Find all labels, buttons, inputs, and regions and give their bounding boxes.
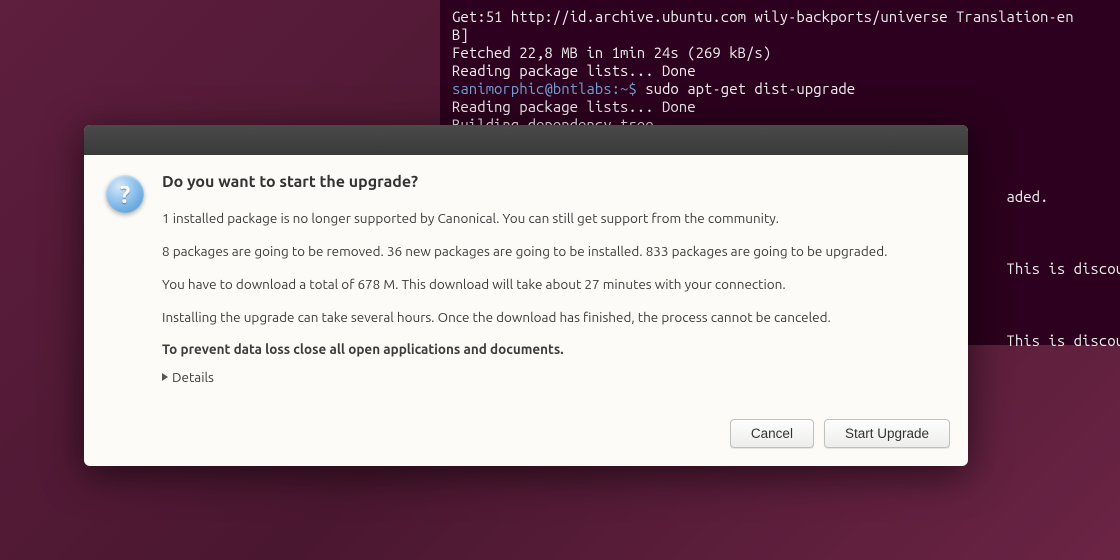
term-line: Fetched 22,8 MB in 1min 24s (269 kB/s)	[452, 44, 771, 61]
term-line: Reading package lists... Done	[452, 62, 696, 79]
term-line: This is discoura	[998, 260, 1120, 277]
details-expander[interactable]: Details	[162, 369, 214, 385]
details-label: Details	[172, 369, 214, 385]
term-prompt: sanimorphic@bntlabs:~$	[452, 80, 645, 97]
term-line: B]	[452, 26, 469, 43]
dialog-text-changes: 8 packages are going to be removed. 36 n…	[162, 242, 946, 261]
start-upgrade-button[interactable]: Start Upgrade	[824, 419, 950, 448]
question-icon: ?	[106, 175, 144, 213]
term-line: Reading package lists... Done	[452, 98, 696, 115]
dialog-text-warning: To prevent data loss close all open appl…	[162, 341, 946, 357]
upgrade-dialog: ? Do you want to start the upgrade? 1 in…	[84, 125, 968, 466]
dialog-text-unsupported: 1 installed package is no longer support…	[162, 209, 946, 228]
dialog-text-download: You have to download a total of 678 M. T…	[162, 275, 946, 294]
term-command: sudo apt-get dist-upgrade	[645, 80, 855, 97]
term-line: This is discoura	[998, 332, 1120, 349]
dialog-heading: Do you want to start the upgrade?	[162, 173, 946, 191]
dialog-text-duration: Installing the upgrade can take several …	[162, 308, 946, 327]
dialog-titlebar[interactable]	[84, 125, 968, 155]
cancel-button[interactable]: Cancel	[730, 419, 814, 448]
term-line: Get:51 http://id.archive.ubuntu.com wily…	[452, 8, 1074, 25]
term-line: aded.	[1006, 188, 1048, 205]
chevron-right-icon	[162, 373, 168, 381]
